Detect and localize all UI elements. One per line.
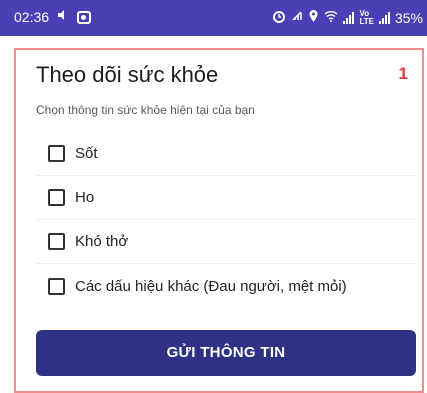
status-time: 02:36 bbox=[14, 9, 50, 25]
symptom-options: Sốt Ho Khó thở Các dấu hiệu khác (Đau ng… bbox=[36, 132, 416, 308]
status-bar-left: 02:36 bbox=[14, 9, 92, 25]
health-tracking-card: Theo dõi sức khỏe 1 Chọn thông tin sức k… bbox=[14, 48, 424, 393]
location-icon bbox=[308, 9, 319, 27]
gallery-icon bbox=[77, 10, 92, 24]
option-fever[interactable]: Sốt bbox=[36, 132, 416, 176]
cellular-signal-icon bbox=[378, 12, 390, 24]
option-label: Ho bbox=[75, 189, 95, 206]
alarm-icon bbox=[272, 9, 286, 27]
option-label: Sốt bbox=[75, 145, 98, 162]
checkbox[interactable] bbox=[48, 189, 65, 206]
step-badge: 1 bbox=[398, 64, 408, 83]
cellular-signal-icon bbox=[343, 12, 355, 24]
option-other-symptoms[interactable]: Các dấu hiệu khác (Đau người, mệt mỏi) bbox=[36, 264, 416, 308]
checkbox[interactable] bbox=[48, 277, 65, 295]
wifi-icon bbox=[324, 10, 338, 26]
volte-icon: Vo LTE bbox=[359, 9, 374, 26]
battery-percent: 35% bbox=[394, 10, 423, 26]
option-cough[interactable]: Ho bbox=[36, 176, 416, 220]
signal-muted-icon bbox=[291, 10, 303, 26]
volume-icon bbox=[57, 9, 69, 25]
status-bar: 02:36 Vo LTE 35% bbox=[0, 0, 427, 36]
card-subtitle: Chọn thông tin sức khỏe hiện tại của bạn bbox=[36, 103, 255, 117]
option-label: Khó thở bbox=[75, 233, 129, 250]
checkbox[interactable] bbox=[48, 145, 65, 162]
checkbox[interactable] bbox=[48, 233, 65, 250]
option-label: Các dấu hiệu khác (Đau người, mệt mỏi) bbox=[75, 277, 347, 295]
submit-button[interactable]: GỬI THÔNG TIN bbox=[36, 330, 416, 376]
option-breathing[interactable]: Khó thở bbox=[36, 220, 416, 264]
status-bar-right: Vo LTE 35% bbox=[272, 9, 423, 27]
page-title: Theo dõi sức khỏe bbox=[36, 62, 219, 87]
